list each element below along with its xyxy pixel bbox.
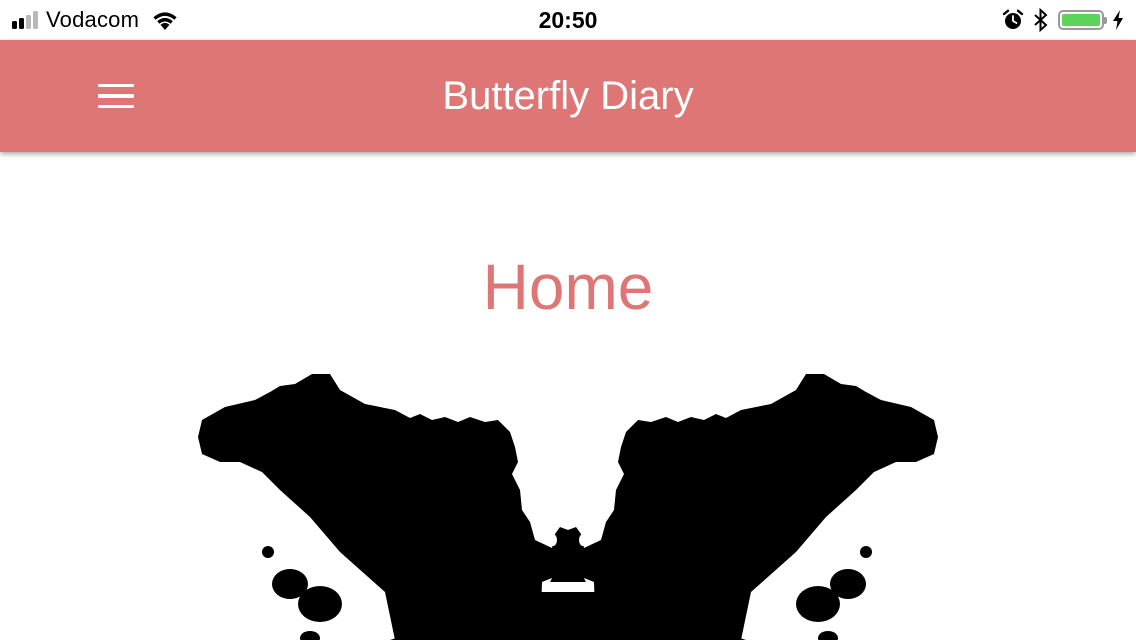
app-bar: Butterfly Diary <box>0 40 1136 152</box>
app-title: Butterfly Diary <box>442 74 694 118</box>
alarm-icon <box>1002 9 1024 29</box>
page-title: Home <box>482 250 654 323</box>
status-time: 20:50 <box>538 7 598 33</box>
charging-icon <box>1113 10 1123 30</box>
battery-icon <box>1058 10 1107 30</box>
status-right <box>1002 0 1124 40</box>
main-content: Home <box>0 152 1136 640</box>
app-screen: Vodacom 20:50 Butterfly Diary Home <box>0 0 1136 640</box>
bluetooth-icon <box>1034 8 1048 32</box>
battery-level <box>1062 14 1100 26</box>
butterfly-inkblot-image <box>198 374 938 640</box>
status-bar: Vodacom 20:50 <box>0 0 1136 40</box>
